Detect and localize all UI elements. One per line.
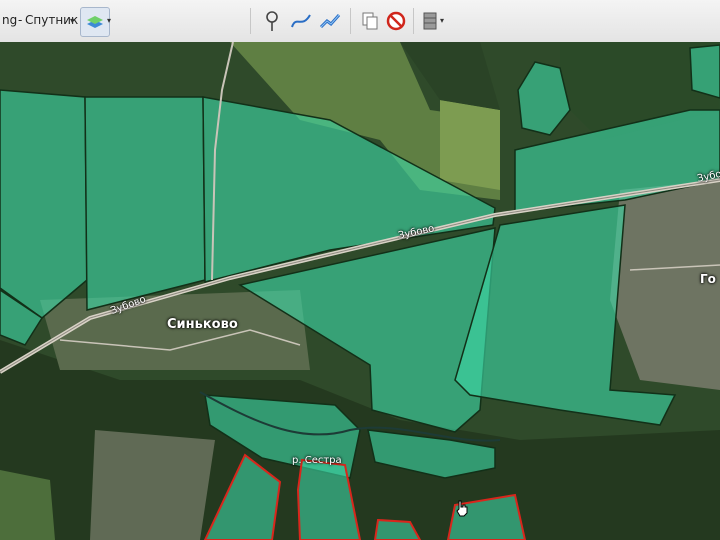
river-label: р. Сестра	[292, 455, 342, 466]
provider-label[interactable]: ng	[2, 13, 17, 27]
layers-icon	[87, 16, 103, 28]
satellite-map[interactable]: Синьково Зубово Зубово Зубово р. Сестра …	[0, 42, 720, 540]
village-label-partial: Го	[700, 272, 716, 286]
toolbar-divider	[413, 8, 414, 34]
field-area	[440, 100, 500, 190]
copy-objects-button[interactable]	[356, 7, 384, 35]
cancel-icon	[386, 11, 406, 31]
village-label: Синьково	[167, 317, 238, 332]
draw-line-button[interactable]	[287, 7, 315, 35]
add-placemark-button[interactable]	[258, 7, 286, 35]
draw-line-icon	[291, 14, 311, 28]
village-area	[90, 430, 215, 540]
copy-objects-icon	[362, 12, 378, 30]
panel-view-icon	[423, 12, 437, 30]
land-parcel[interactable]	[689, 44, 720, 99]
mouse-cursor-icon	[456, 500, 468, 517]
land-parcel[interactable]	[84, 96, 206, 311]
panel-view-chevron-icon[interactable]: ▾	[440, 16, 444, 25]
land-parcel[interactable]	[0, 89, 88, 319]
route-button[interactable]	[316, 7, 344, 35]
toolbar-divider	[250, 8, 251, 34]
route-icon	[319, 14, 341, 29]
placemark-pin-icon	[266, 11, 278, 31]
cancel-button[interactable]	[382, 7, 410, 35]
layers-button[interactable]	[80, 7, 110, 37]
provider-separator: -	[18, 13, 23, 27]
map-toolbar: ng - Спутник ▾ ▾ ▾	[0, 0, 720, 43]
layers-chevron-icon[interactable]: ▾	[107, 16, 111, 25]
map-canvas[interactable]	[0, 42, 720, 540]
toolbar-divider	[350, 8, 351, 34]
field-area	[0, 470, 55, 540]
map-type-chevron-icon[interactable]: ▾	[70, 16, 74, 25]
